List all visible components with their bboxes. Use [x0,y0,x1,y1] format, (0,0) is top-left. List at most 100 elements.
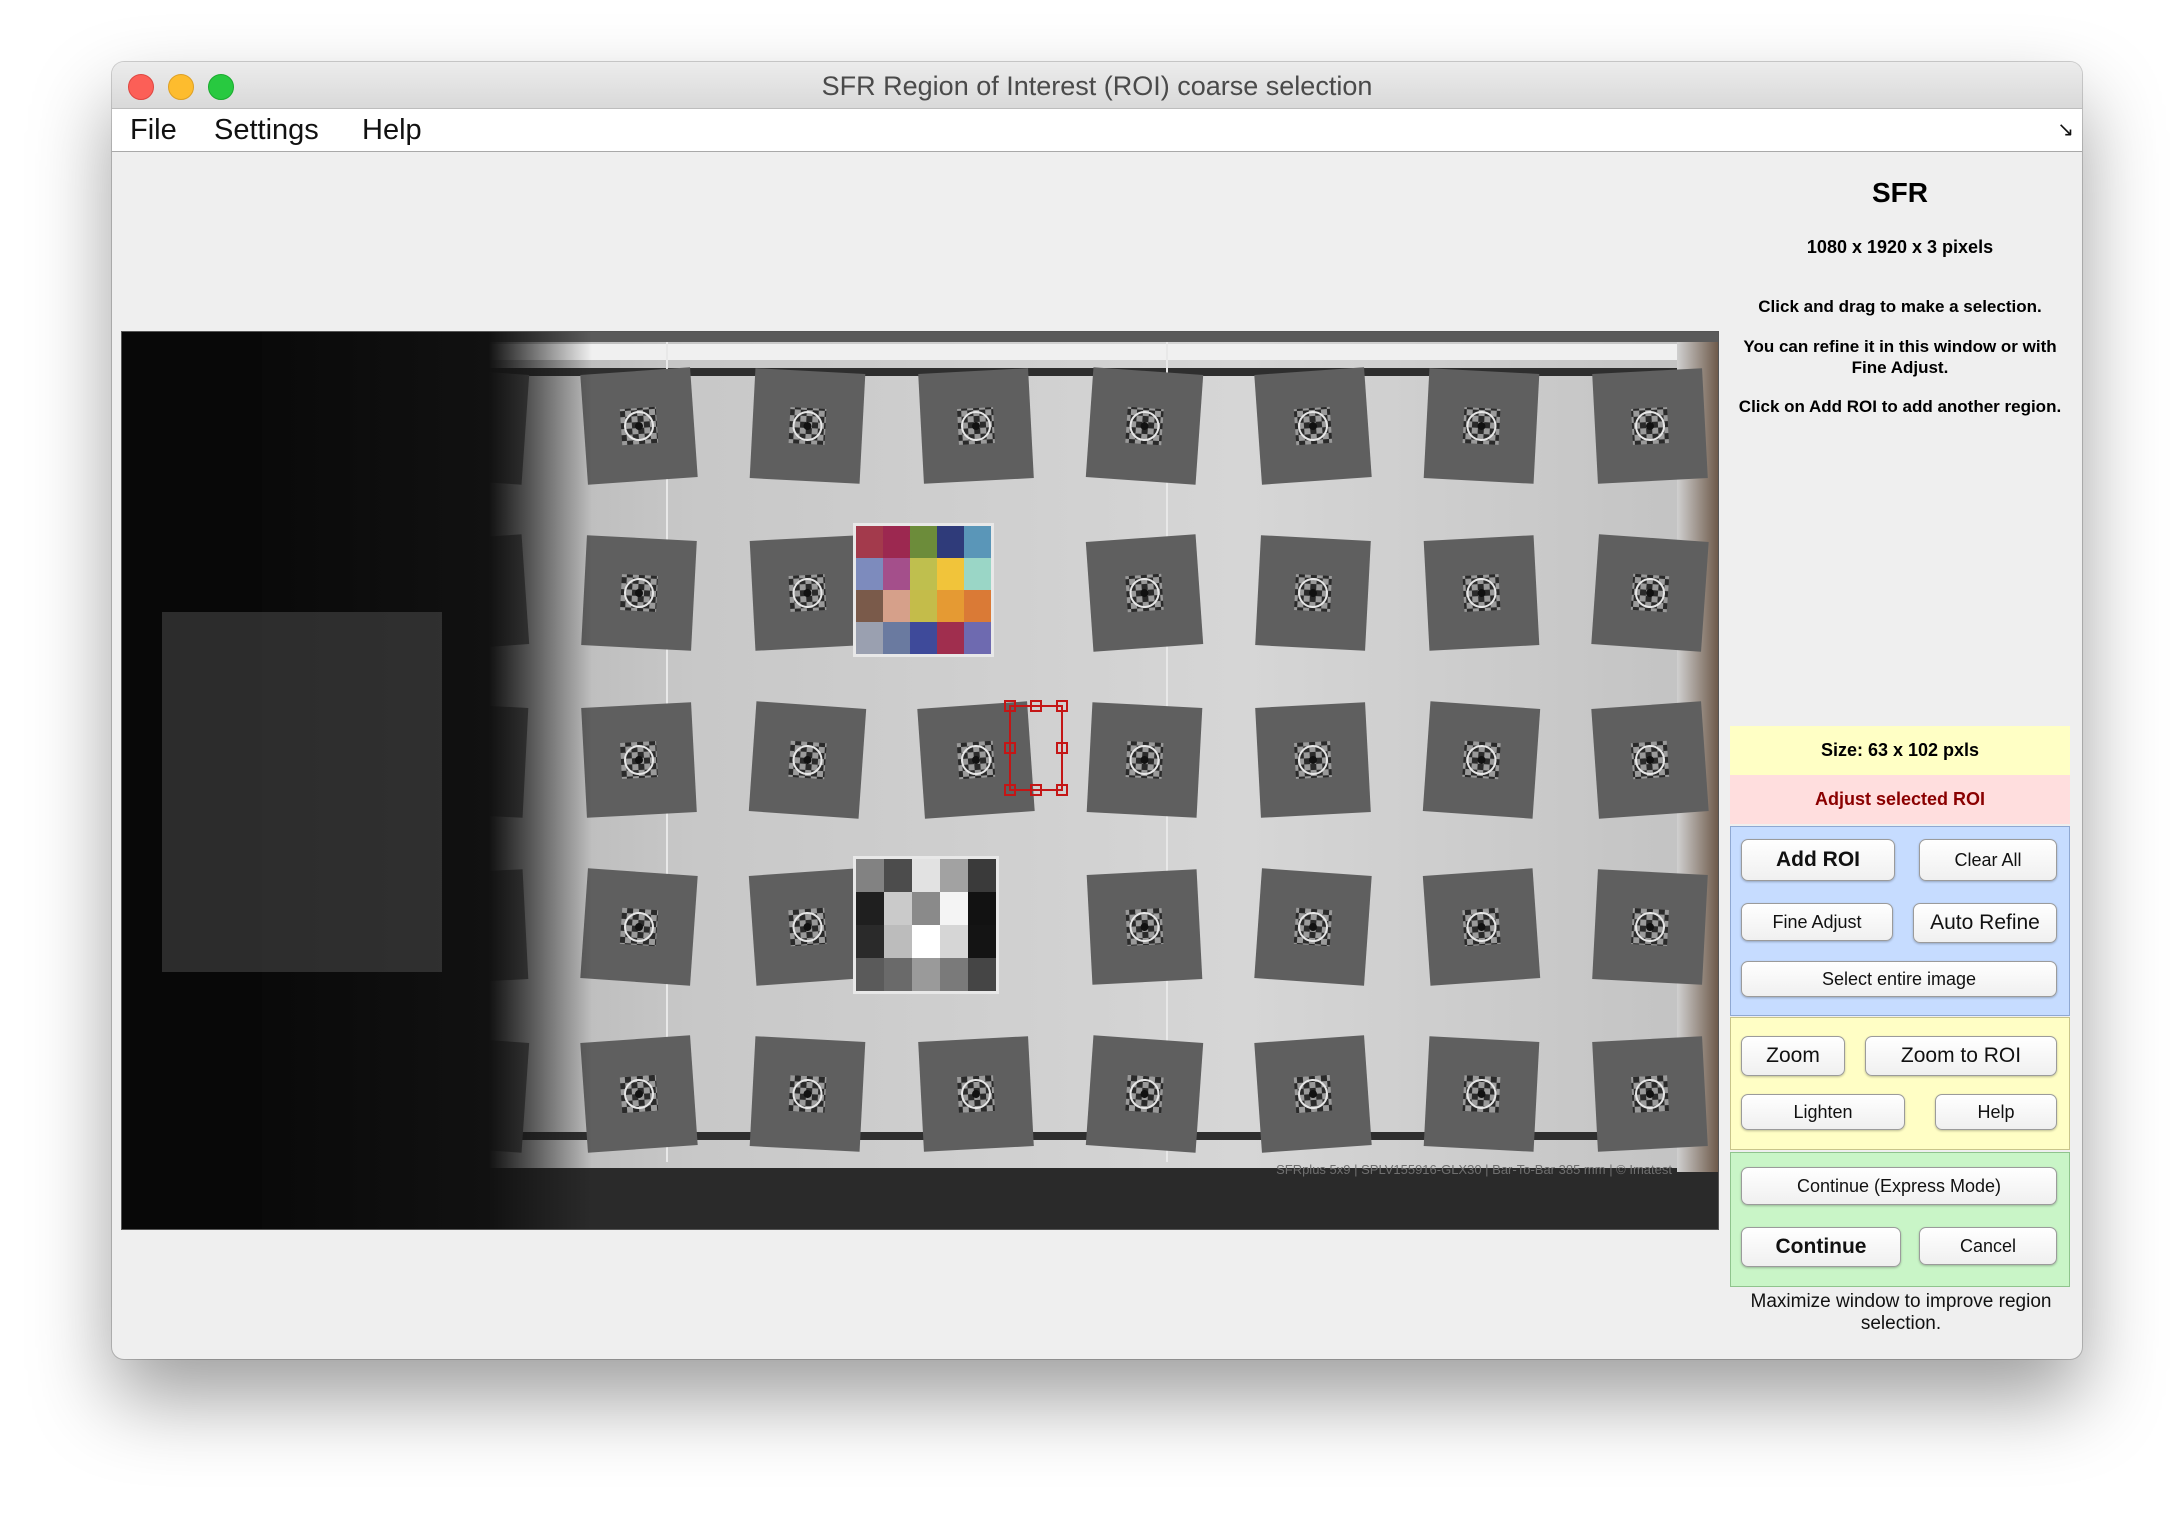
lighten-button[interactable]: Lighten [1741,1094,1905,1130]
resize-arrow-icon[interactable]: ↘ [2057,117,2074,142]
roi-controls-panel: Add ROI Clear All Fine Adjust Auto Refin… [1730,826,2070,1016]
slanted-edge-square [748,701,867,819]
slanted-edge-square [918,1036,1034,1152]
slanted-edge-square [918,368,1034,484]
gray-patch [912,958,940,991]
slanted-edge-square [1085,367,1204,485]
color-patch [964,590,991,622]
slanted-edge-square [1423,368,1540,484]
slanted-edge-square [580,868,698,986]
color-patch [910,558,937,590]
menu-bar: File Settings Help ↘ [112,109,2082,152]
slanted-edge-square [1254,367,1372,485]
gray-patch [940,958,968,991]
slanted-edge-square [1591,701,1709,819]
continue-panel: Continue (Express Mode) Continue Cancel [1730,1152,2070,1287]
color-patch [883,590,910,622]
add-roi-button[interactable]: Add ROI [1741,839,1895,881]
title-bar[interactable]: SFR Region of Interest (ROI) coarse sele… [112,62,2082,109]
clear-all-button[interactable]: Clear All [1919,839,2057,881]
zoom-button[interactable]: Zoom [1741,1036,1845,1076]
instruction-drag: Click and drag to make a selection. [1758,297,2042,316]
slanted-edge-square [1086,869,1203,985]
gray-patch [968,859,996,892]
color-patch [910,526,937,558]
gray-patch [884,859,912,892]
slanted-edge-square [1254,1035,1372,1153]
slanted-edge-square [1085,534,1204,652]
gray-patch [940,892,968,925]
slanted-edge-square [1592,1036,1708,1152]
menu-file[interactable]: File [130,114,177,147]
slanted-edge-square [1423,535,1540,651]
fine-adjust-button[interactable]: Fine Adjust [1741,903,1893,941]
select-entire-image-button[interactable]: Select entire image [1741,961,2057,997]
roi-size-label: Size: 63 x 102 pxls [1730,726,2070,775]
slanted-edge-square [1086,702,1203,818]
gray-patch [912,892,940,925]
color-patch [964,558,991,590]
gray-patch [856,892,884,925]
help-button[interactable]: Help [1935,1094,2057,1130]
gray-patch [968,892,996,925]
slanted-edge-square [1254,868,1372,986]
gray-patch [940,925,968,958]
color-patch [937,590,964,622]
gray-patch [884,925,912,958]
panel-title: SFR [1872,177,1928,208]
sfr-chart-image[interactable]: SFRplus 5x9 | SPLV155916-GLX30 | Bar-To-… [122,332,1718,1229]
view-controls-panel: Zoom Zoom to ROI Lighten Help [1730,1017,2070,1150]
color-patch [883,526,910,558]
color-patch [910,590,937,622]
color-patch [910,622,937,654]
slanted-edge-square [1255,702,1371,818]
slanted-edge-square [1423,1036,1540,1152]
gray-patch [856,958,884,991]
menu-help[interactable]: Help [362,114,422,147]
slanted-edge-square [580,1035,698,1153]
gray-patch [884,892,912,925]
chart-caption: SFRplus 5x9 | SPLV155916-GLX30 | Bar-To-… [1276,1162,1672,1177]
color-patch [856,590,883,622]
continue-express-button[interactable]: Continue (Express Mode) [1741,1167,2057,1205]
slanted-edge-square [749,535,866,651]
color-patch [964,526,991,558]
gray-patch [856,925,884,958]
continue-button[interactable]: Continue [1741,1227,1901,1267]
color-patch [937,622,964,654]
gray-patch [912,859,940,892]
gray-patch [968,925,996,958]
instruction-add-roi: Click on Add ROI to add another region. [1738,397,2062,416]
slanted-edge-square [749,1036,866,1152]
color-patch [937,526,964,558]
zoom-to-roi-button[interactable]: Zoom to ROI [1865,1036,2057,1076]
slanted-edge-square [1592,869,1708,985]
slanted-edge-square [581,535,697,651]
color-patch [856,558,883,590]
gray-patch [912,925,940,958]
color-patch [856,526,883,558]
auto-refine-button[interactable]: Auto Refine [1913,903,2057,943]
slanted-edge-square [1592,368,1708,484]
color-patch [937,558,964,590]
maximize-window-note: Maximize window to improve region select… [1750,1291,2052,1334]
slanted-edge-square [1591,534,1709,652]
gray-patch [940,859,968,892]
slanted-edge-square [1085,1035,1204,1153]
color-patch [883,622,910,654]
adjust-roi-label: Adjust selected ROI [1730,775,2070,824]
slanted-edge-square [1422,701,1541,819]
chart-image-canvas[interactable]: SFRplus 5x9 | SPLV155916-GLX30 | Bar-To-… [121,331,1719,1230]
slanted-edge-square [1255,535,1371,651]
slanted-edge-square [580,367,698,485]
cancel-button[interactable]: Cancel [1919,1227,2057,1265]
color-patch [883,558,910,590]
gray-patch [884,958,912,991]
app-window: SFR Region of Interest (ROI) coarse sele… [112,62,2082,1359]
gray-patch [856,859,884,892]
slanted-edge-square [581,702,697,818]
instruction-refine: You can refine it in this window or with… [1743,337,2057,377]
color-patch [964,622,991,654]
menu-settings[interactable]: Settings [214,114,319,147]
slanted-edge-square [748,868,867,986]
